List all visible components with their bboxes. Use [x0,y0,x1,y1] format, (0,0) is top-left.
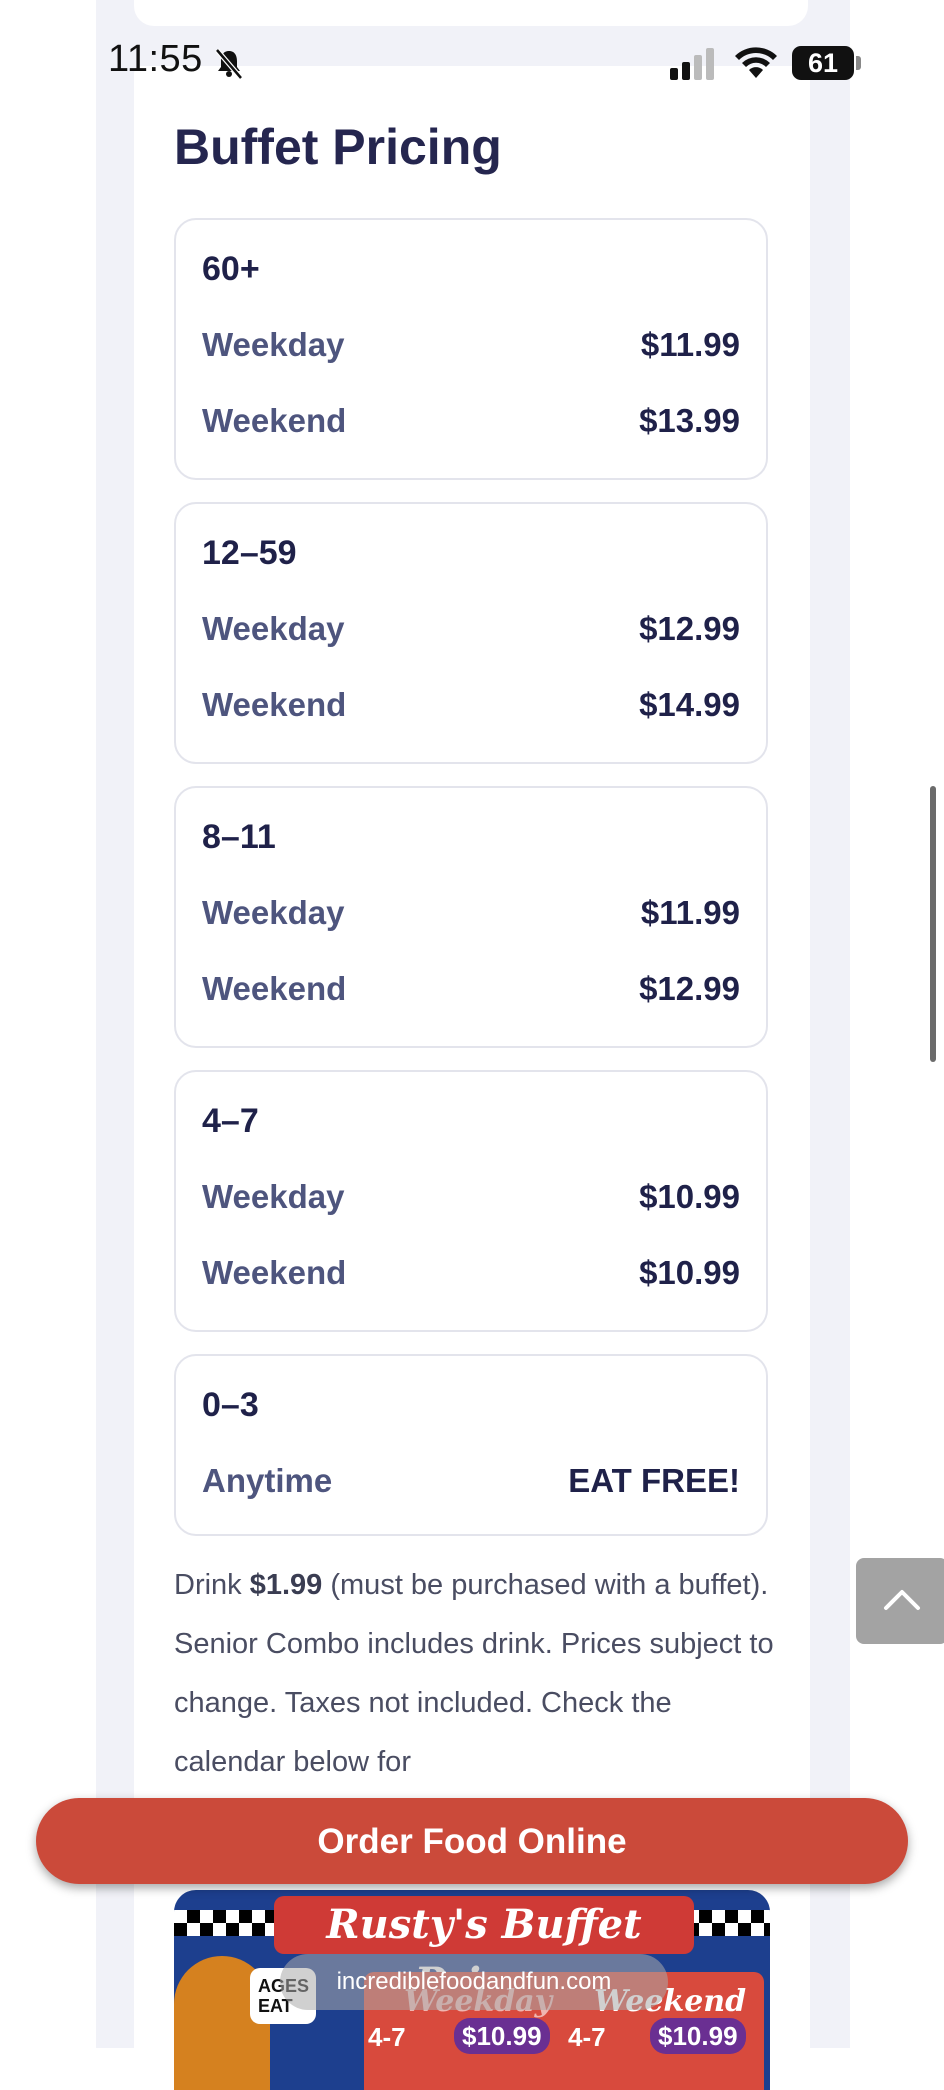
promo-age-left: 4-7 [368,2022,406,2052]
drink-price: $1.99 [249,1569,323,1601]
price-card-8-11: 8–11 Weekday $11.99 Weekend $12.99 [174,786,768,1048]
bell-muted-icon [215,48,243,80]
order-food-online-button[interactable]: Order Food Online [36,1798,908,1884]
weekday-price: $12.99 [639,610,740,647]
scroll-to-top-button[interactable] [856,1558,944,1644]
weekend-label: Weekend [202,970,347,1007]
weekday-label: Weekday [202,610,345,647]
age-group-label: 8–11 [202,818,276,856]
anytime-price: EAT FREE! [568,1462,740,1499]
wifi-icon [735,47,777,78]
promo-age-right: 4-7 [568,2022,606,2052]
anytime-label: Anytime [202,1462,333,1499]
price-card-4-7: 4–7 Weekday $10.99 Weekend $10.99 [174,1070,768,1332]
age-group-label: 12–59 [202,534,297,572]
weekday-price: $11.99 [640,326,740,363]
battery-icon: 61 [792,46,854,80]
weekend-price: $12.99 [639,970,740,1007]
note-prefix: Drink [174,1569,250,1601]
price-card-0-3: 0–3 Anytime EAT FREE! [174,1354,768,1536]
section-title: Buffet Pricing [174,119,502,175]
age-group-label: 0–3 [202,1386,259,1424]
pricing-note: Drink $1.99 (must be purchased with a bu… [174,1556,774,1792]
scroll-indicator[interactable] [930,786,936,1062]
weekday-label: Weekday [202,1178,345,1215]
checker-pattern-left [174,1910,284,1936]
promo-price-left: $10.99 [454,2018,550,2054]
age-group-label: 4–7 [202,1102,259,1140]
status-time: 11:55 [108,38,203,80]
weekend-label: Weekend [202,402,347,439]
weekend-price: $10.99 [639,1254,740,1291]
previous-card [134,0,808,26]
promo-title: Rusty's Buffet Prices [274,1896,694,2006]
weekday-price: $11.99 [640,894,740,931]
price-card-60-plus: 60+ Weekday $11.99 Weekend $13.99 [174,218,768,480]
weekday-label: Weekday [202,894,345,931]
weekday-price: $10.99 [639,1178,740,1215]
browser-url-bar[interactable]: incrediblefoodandfun.com [280,1954,668,2010]
price-card-12-59: 12–59 Weekday $12.99 Weekend $14.99 [174,502,768,764]
promo-price-right: $10.99 [650,2018,746,2054]
weekend-label: Weekend [202,686,347,723]
weekday-label: Weekday [202,326,345,363]
age-group-label: 60+ [202,250,260,288]
signal-icon [670,48,714,80]
weekend-price: $14.99 [639,686,740,723]
weekend-price: $13.99 [639,402,740,439]
weekend-label: Weekend [202,1254,347,1291]
battery-tip [856,56,861,70]
chevron-up-icon [884,1590,920,1610]
